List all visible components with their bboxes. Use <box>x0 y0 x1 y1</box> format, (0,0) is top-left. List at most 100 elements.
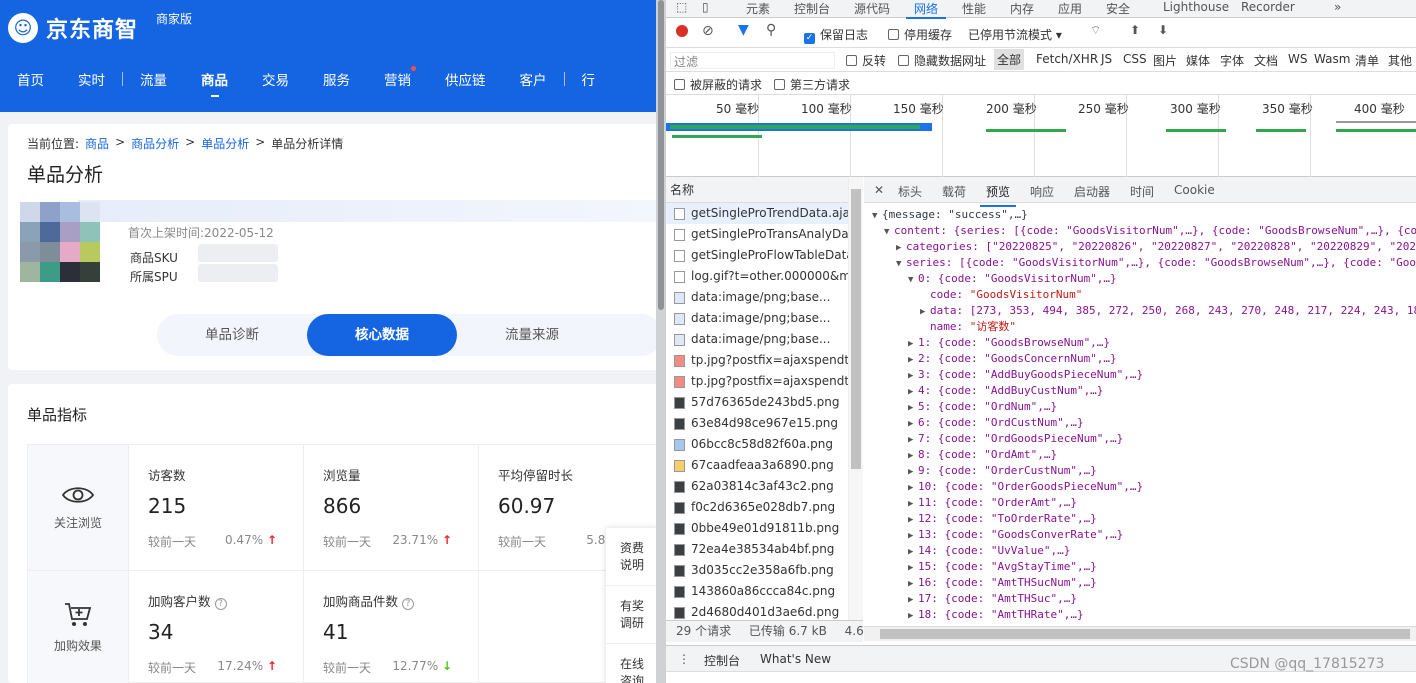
json-series-item[interactable]: ▶ 2: {code: "GoodsConcernNum",…} <box>864 351 1416 367</box>
filter-icon[interactable]: ▼ <box>738 22 749 38</box>
preserve-log-checkbox[interactable]: ✓ 保留日志 <box>804 26 868 44</box>
nav-item-goods[interactable]: 商品 <box>184 69 245 97</box>
metric-visitors[interactable]: 访客数 215 较前一天 0.47% ↑ <box>128 445 303 570</box>
float-online-chat[interactable]: 在线咨询 <box>606 644 658 683</box>
clear-icon[interactable]: ⊘ <box>702 23 714 39</box>
json-root[interactable]: ▼ {message: "success",…} <box>864 207 1416 223</box>
tab-payload[interactable]: 载荷 <box>942 183 966 200</box>
type-filter-doc[interactable]: 文档 <box>1254 52 1278 69</box>
request-row[interactable]: data:image/png;base... <box>666 308 848 329</box>
json-series-item[interactable]: ▶ 11: {code: "OrderAmt",…} <box>864 495 1416 511</box>
nav-item-customer[interactable]: 客户 <box>503 69 564 89</box>
json-series-item[interactable]: ▶ 7: {code: "OrdGoodsPieceNum",…} <box>864 431 1416 447</box>
type-filter-js[interactable]: JS <box>1101 52 1112 66</box>
request-row[interactable]: 62a03814c3af43c2.png <box>666 476 848 497</box>
tab-console[interactable]: 控制台 <box>794 0 830 17</box>
drawer-menu-icon[interactable]: ⋮ <box>678 652 690 666</box>
disable-cache-checkbox[interactable]: 停用缓存 <box>888 26 952 43</box>
json-data[interactable]: ▶ data: [273, 353, 494, 385, 272, 250, 26… <box>864 303 1416 319</box>
type-filter-manifest[interactable]: 清单 <box>1355 52 1379 69</box>
type-filter-xhr[interactable]: Fetch/XHR <box>1036 52 1098 66</box>
page-scrollbar-thumb[interactable] <box>658 0 664 310</box>
tab-initiator[interactable]: 启动器 <box>1074 183 1110 200</box>
tab-headers[interactable]: 标头 <box>898 183 922 200</box>
json-series-item[interactable]: ▶ 8: {code: "OrdAmt",…} <box>864 447 1416 463</box>
json-categories[interactable]: ▶ categories: ["20220825", "20220826", "2… <box>864 239 1416 255</box>
type-filter-ws[interactable]: WS <box>1288 52 1307 66</box>
request-row[interactable]: tp.jpg?postfix=ajaxspendtime <box>666 350 848 371</box>
request-row[interactable]: data:image/png;base... <box>666 287 848 308</box>
nav-item-service[interactable]: 服务 <box>306 69 367 89</box>
network-conditions-icon[interactable]: ⌔ <box>1090 23 1101 38</box>
search-icon[interactable]: ⚲ <box>766 22 776 38</box>
tab-security[interactable]: 安全 <box>1106 0 1130 17</box>
tab-lighthouse[interactable]: Lighthouse <box>1163 0 1229 14</box>
request-row[interactable]: tp.jpg?postfix=ajaxspendtime <box>666 371 848 392</box>
request-row[interactable]: data:image/png;base... <box>666 329 848 350</box>
type-filter-img[interactable]: 图片 <box>1153 52 1177 69</box>
request-row[interactable]: 143860a86ccca84c.png <box>666 581 848 602</box>
tab-diagnosis[interactable]: 单品诊断 <box>157 314 307 356</box>
type-filter-media[interactable]: 媒体 <box>1186 52 1210 69</box>
type-filter-font[interactable]: 字体 <box>1220 52 1244 69</box>
json-series-item[interactable]: ▶ 4: {code: "AddBuyCustNum",…} <box>864 383 1416 399</box>
json-series-item[interactable]: ▶ 3: {code: "AddBuyGoodsPieceNum",…} <box>864 367 1416 383</box>
breadcrumb-link-single-analysis[interactable]: 单品分析 <box>201 135 249 152</box>
json-content[interactable]: ▼ content: {series: [{code: "GoodsVisitor… <box>864 223 1416 239</box>
nav-item-more[interactable]: 行 <box>565 69 613 89</box>
more-tabs-icon[interactable]: » <box>1334 0 1341 14</box>
tab-sources[interactable]: 源代码 <box>854 0 890 17</box>
float-survey[interactable]: 有奖调研 <box>606 586 658 644</box>
request-row[interactable]: getSingleProTrendData.ajax?c <box>666 203 848 224</box>
request-row[interactable]: f0c2d6365e028db7.png <box>666 497 848 518</box>
close-icon[interactable]: ✕ <box>874 183 884 197</box>
json-series-item[interactable]: ▶ 14: {code: "UvValue",…} <box>864 543 1416 559</box>
request-row[interactable]: 0bbe49e01d91811b.png <box>666 518 848 539</box>
device-toolbar-icon[interactable]: ▯ <box>702 0 709 14</box>
throttle-select[interactable]: 已停用节流模式 ▾ <box>968 26 1062 43</box>
type-filter-wasm[interactable]: Wasm <box>1314 52 1350 66</box>
request-row[interactable]: getSingleProTransAnalyData.a <box>666 224 848 245</box>
scrollbar-thumb[interactable] <box>880 629 1410 639</box>
third-party-checkbox[interactable]: 第三方请求 <box>774 76 850 93</box>
drawer-tab-console[interactable]: 控制台 <box>697 652 747 675</box>
json-series-item[interactable]: ▶ 9: {code: "OrderCustNum",…} <box>864 463 1416 479</box>
breadcrumb-link-goods-analysis[interactable]: 商品分析 <box>131 135 179 152</box>
metric-cart-pieces[interactable]: 加购商品件数? 41 较前一天 12.77% ↓ <box>303 571 478 683</box>
json-series-item[interactable]: ▶ 18: {code: "AmtTHRate",…} <box>864 607 1416 623</box>
metric-cart-customers[interactable]: 加购客户数? 34 较前一天 17.24% ↑ <box>128 571 303 683</box>
json-series-item[interactable]: ▶ 16: {code: "AmtTHSucNum",…} <box>864 575 1416 591</box>
request-row[interactable]: 63e84d98ce967e15.png <box>666 413 848 434</box>
request-row[interactable]: 67caadfeaa3a6890.png <box>666 455 848 476</box>
breadcrumb-link-goods[interactable]: 商品 <box>85 135 109 152</box>
name-column-header[interactable]: 名称 <box>666 177 862 203</box>
json-series-item[interactable]: ▶ 12: {code: "ToOrderRate",…} <box>864 511 1416 527</box>
tab-application[interactable]: 应用 <box>1058 0 1082 17</box>
help-icon[interactable]: ? <box>214 598 227 610</box>
tab-elements[interactable]: 元素 <box>746 0 770 17</box>
drawer-tab-whats-new[interactable]: What's New <box>760 652 831 666</box>
help-icon[interactable]: ? <box>402 598 415 610</box>
json-series-item[interactable]: ▶ 13: {code: "GoodsConverRate",…} <box>864 527 1416 543</box>
type-filter-other[interactable]: 其他 <box>1388 52 1412 69</box>
nav-item-traffic[interactable]: 流量 <box>123 69 184 89</box>
request-row[interactable]: log.gif?t=other.000000&m=J.. <box>666 266 848 287</box>
json-series-item[interactable]: ▶ 17: {code: "AmtTHSuc",…} <box>864 591 1416 607</box>
blocked-requests-checkbox[interactable]: 被屏蔽的请求 <box>674 76 762 93</box>
tab-preview[interactable]: 预览 <box>979 183 1017 207</box>
request-row[interactable]: 3d035cc2e358a6fb.png <box>666 560 848 581</box>
nav-item-trade[interactable]: 交易 <box>245 69 306 89</box>
scrollbar-thumb[interactable] <box>851 189 861 469</box>
export-icon[interactable]: ⬇ <box>1158 23 1168 37</box>
nav-item-supply-chain[interactable]: 供应链 <box>428 69 503 89</box>
tab-cookie[interactable]: Cookie <box>1174 183 1215 197</box>
float-fee-info[interactable]: 资费说明 <box>606 528 658 586</box>
invert-checkbox[interactable]: 反转 <box>846 52 886 69</box>
type-filter-all[interactable]: 全部 <box>994 49 1025 70</box>
nav-item-home[interactable]: 首页 <box>0 69 61 89</box>
tab-traffic-source[interactable]: 流量来源 <box>457 314 607 356</box>
json-series-item[interactable]: ▶ 1: {code: "GoodsBrowseNum",…} <box>864 335 1416 351</box>
tab-response[interactable]: 响应 <box>1030 183 1054 200</box>
logo[interactable]: ☺ 京东商智 <box>8 12 138 44</box>
tab-core-data[interactable]: 核心数据 <box>307 314 457 356</box>
